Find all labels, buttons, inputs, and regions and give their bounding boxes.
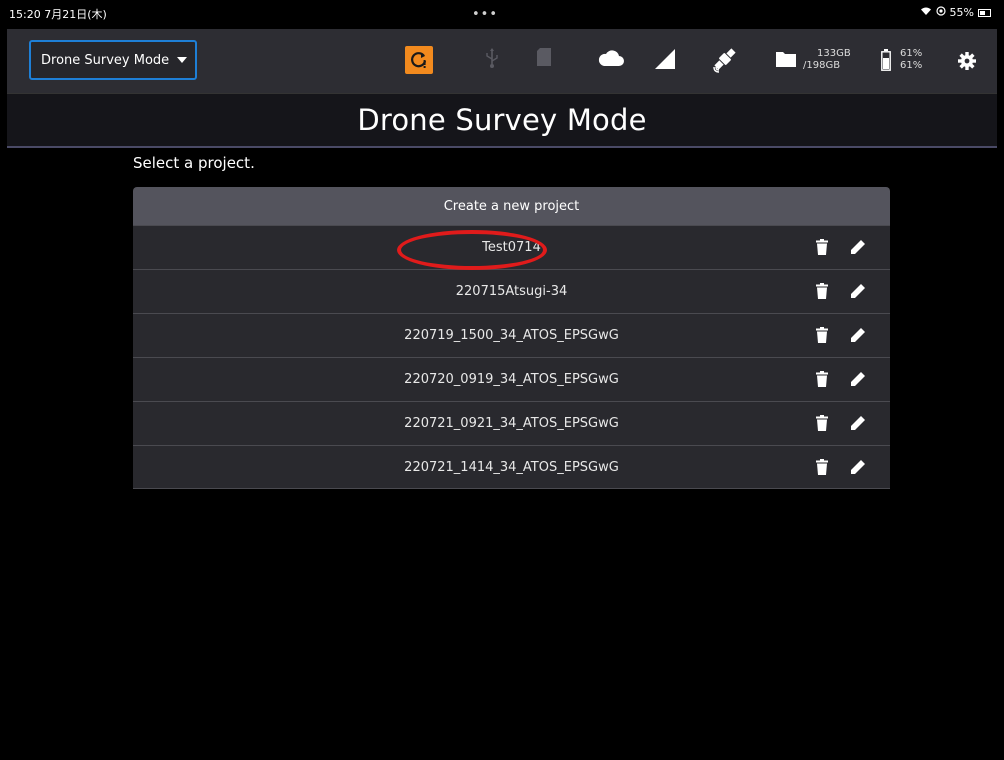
project-name: Test0714 [482,240,541,255]
pencil-icon[interactable] [850,414,866,432]
trash-icon[interactable] [814,326,830,344]
project-row[interactable]: 220721_1414_34_ATOS_EPSGwG [133,445,890,489]
trash-icon[interactable] [814,370,830,388]
project-row[interactable]: 220719_1500_34_ATOS_EPSGwG [133,313,890,357]
pencil-icon[interactable] [850,458,866,476]
project-name: 220720_0919_34_ATOS_EPSGwG [404,372,619,387]
page-title: Drone Survey Mode [357,103,647,137]
battery-icon [881,49,891,71]
status-right: 55% [920,6,991,19]
battery-top-pct: 61% [900,48,923,59]
row-actions [814,370,866,388]
battery-readout: 61% 61% [900,48,922,72]
instruction-text: Select a project. [133,154,255,172]
page-header: Drone Survey Mode [7,93,997,148]
row-actions [814,414,866,432]
row-actions [814,326,866,344]
trash-icon[interactable] [814,458,830,476]
project-name: 220721_0921_34_ATOS_EPSGwG [404,416,619,431]
row-actions [814,282,866,300]
project-name: 220721_1414_34_ATOS_EPSGwG [404,459,619,475]
mode-dropdown[interactable]: Drone Survey Mode [29,40,197,80]
project-name: 220715Atsugi-34 [455,284,568,299]
satellite-icon [711,45,739,73]
mode-dropdown-value: Drone Survey Mode [41,52,170,68]
caret-down-icon [177,57,188,63]
toolbar: Drone Survey Mode 133GB /198GB 61% 61% [7,29,997,93]
multitask-dots[interactable]: ••• [472,7,498,22]
storage-used: 133GB [817,48,851,59]
sd-card-icon[interactable] [536,47,552,67]
cloud-icon[interactable] [598,49,624,67]
trash-icon[interactable] [814,238,830,256]
row-actions [814,238,866,256]
usb-icon[interactable] [485,47,499,69]
status-battery-icon [978,8,991,17]
sync-alert-icon[interactable] [405,46,433,74]
status-time: 15:20 7月21日(木) [9,8,107,21]
battery-bottom-pct: 61% [900,60,923,71]
create-project-button[interactable]: Create a new project [133,187,890,225]
signal-icon [654,48,676,70]
row-actions [814,458,866,476]
folder-icon[interactable] [775,50,797,68]
storage-total: /198GB [803,60,841,71]
trash-icon[interactable] [814,414,830,432]
pencil-icon[interactable] [850,282,866,300]
pencil-icon[interactable] [850,238,866,256]
app-window: 15:20 7月21日(木) ••• 55% Drone Survey Mode [7,3,997,760]
gear-icon[interactable] [958,52,976,70]
project-row[interactable]: Test0714 [133,225,890,269]
project-list: Test0714 220715Atsugi-34 220719_1500_34_… [133,225,890,489]
project-row[interactable]: 220721_0921_34_ATOS_EPSGwG [133,401,890,445]
status-bar: 15:20 7月21日(木) ••• 55% [7,3,997,29]
wifi-icon [920,6,932,19]
trash-icon[interactable] [814,282,830,300]
storage-readout: 133GB /198GB [803,48,851,72]
project-row[interactable]: 220720_0919_34_ATOS_EPSGwG [133,357,890,401]
pencil-icon[interactable] [850,326,866,344]
pencil-icon[interactable] [850,370,866,388]
project-row[interactable]: 220715Atsugi-34 [133,269,890,313]
status-battery-pct: 55% [949,6,974,19]
location-icon [935,6,946,19]
project-name: 220719_1500_34_ATOS_EPSGwG [404,328,619,343]
